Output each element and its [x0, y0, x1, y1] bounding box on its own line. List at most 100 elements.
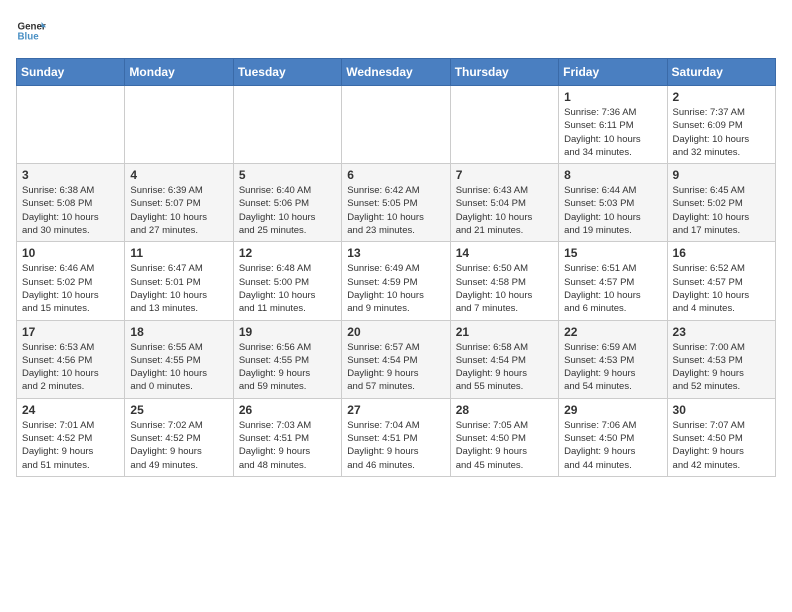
day-number: 30: [673, 403, 770, 417]
day-info: Sunrise: 7:03 AM Sunset: 4:51 PM Dayligh…: [239, 419, 336, 472]
day-number: 26: [239, 403, 336, 417]
calendar-cell: 8 Sunrise: 6:44 AM Sunset: 5:03 PM Daylig…: [559, 164, 667, 242]
calendar-cell: 23 Sunrise: 7:00 AM Sunset: 4:53 PM Dayli…: [667, 320, 775, 398]
day-number: 9: [673, 168, 770, 182]
calendar-cell: 11Sunrise: 6:47 AM Sunset: 5:01 PM Dayli…: [125, 242, 233, 320]
day-number: 25: [130, 403, 227, 417]
calendar-cell: 7 Sunrise: 6:43 AM Sunset: 5:04 PM Daylig…: [450, 164, 558, 242]
day-info: Sunrise: 7:36 AM Sunset: 6:11 PM Dayligh…: [564, 106, 661, 159]
calendar-cell: 14Sunrise: 6:50 AM Sunset: 4:58 PM Dayli…: [450, 242, 558, 320]
calendar-cell: 4 Sunrise: 6:39 AM Sunset: 5:07 PM Daylig…: [125, 164, 233, 242]
day-info: Sunrise: 7:37 AM Sunset: 6:09 PM Dayligh…: [673, 106, 770, 159]
calendar-cell: 27 Sunrise: 7:04 AM Sunset: 4:51 PM Dayli…: [342, 398, 450, 476]
calendar-cell: 5Sunrise: 6:40 AM Sunset: 5:06 PM Daylig…: [233, 164, 341, 242]
calendar-cell: 30 Sunrise: 7:07 AM Sunset: 4:50 PM Dayli…: [667, 398, 775, 476]
day-info: Sunrise: 6:55 AM Sunset: 4:55 PM Dayligh…: [130, 341, 227, 394]
day-number: 2: [673, 90, 770, 104]
day-number: 8: [564, 168, 661, 182]
weekday-header-friday: Friday: [559, 59, 667, 86]
calendar-cell: [17, 86, 125, 164]
day-number: 19: [239, 325, 336, 339]
svg-text:Blue: Blue: [18, 31, 40, 42]
day-info: Sunrise: 6:56 AM Sunset: 4:55 PM Dayligh…: [239, 341, 336, 394]
logo: General Blue: [16, 16, 50, 46]
day-info: Sunrise: 7:04 AM Sunset: 4:51 PM Dayligh…: [347, 419, 444, 472]
day-number: 22: [564, 325, 661, 339]
day-info: Sunrise: 6:59 AM Sunset: 4:53 PM Dayligh…: [564, 341, 661, 394]
day-info: Sunrise: 6:53 AM Sunset: 4:56 PM Dayligh…: [22, 341, 119, 394]
week-row-4: 17Sunrise: 6:53 AM Sunset: 4:56 PM Dayli…: [17, 320, 776, 398]
calendar-cell: 19 Sunrise: 6:56 AM Sunset: 4:55 PM Dayli…: [233, 320, 341, 398]
day-info: Sunrise: 6:43 AM Sunset: 5:04 PM Dayligh…: [456, 184, 553, 237]
day-info: Sunrise: 6:51 AM Sunset: 4:57 PM Dayligh…: [564, 262, 661, 315]
week-row-1: 1 Sunrise: 7:36 AM Sunset: 6:11 PM Daylig…: [17, 86, 776, 164]
day-info: Sunrise: 7:00 AM Sunset: 4:53 PM Dayligh…: [673, 341, 770, 394]
calendar-cell: 20 Sunrise: 6:57 AM Sunset: 4:54 PM Dayli…: [342, 320, 450, 398]
calendar-cell: [125, 86, 233, 164]
calendar-cell: 21 Sunrise: 6:58 AM Sunset: 4:54 PM Dayli…: [450, 320, 558, 398]
day-info: Sunrise: 7:06 AM Sunset: 4:50 PM Dayligh…: [564, 419, 661, 472]
calendar-cell: 12 Sunrise: 6:48 AM Sunset: 5:00 PM Dayli…: [233, 242, 341, 320]
day-info: Sunrise: 6:48 AM Sunset: 5:00 PM Dayligh…: [239, 262, 336, 315]
day-number: 18: [130, 325, 227, 339]
weekday-header-thursday: Thursday: [450, 59, 558, 86]
day-info: Sunrise: 6:44 AM Sunset: 5:03 PM Dayligh…: [564, 184, 661, 237]
weekday-header-saturday: Saturday: [667, 59, 775, 86]
day-info: Sunrise: 6:57 AM Sunset: 4:54 PM Dayligh…: [347, 341, 444, 394]
day-info: Sunrise: 6:49 AM Sunset: 4:59 PM Dayligh…: [347, 262, 444, 315]
logo-icon: General Blue: [16, 16, 46, 46]
day-number: 3: [22, 168, 119, 182]
calendar: SundayMondayTuesdayWednesdayThursdayFrid…: [16, 58, 776, 477]
day-number: 20: [347, 325, 444, 339]
day-number: 6: [347, 168, 444, 182]
weekday-header-row: SundayMondayTuesdayWednesdayThursdayFrid…: [17, 59, 776, 86]
day-info: Sunrise: 6:45 AM Sunset: 5:02 PM Dayligh…: [673, 184, 770, 237]
day-info: Sunrise: 6:46 AM Sunset: 5:02 PM Dayligh…: [22, 262, 119, 315]
weekday-header-tuesday: Tuesday: [233, 59, 341, 86]
day-number: 14: [456, 246, 553, 260]
calendar-cell: 3 Sunrise: 6:38 AM Sunset: 5:08 PM Daylig…: [17, 164, 125, 242]
weekday-header-wednesday: Wednesday: [342, 59, 450, 86]
calendar-cell: [450, 86, 558, 164]
page-header: General Blue: [16, 16, 776, 46]
day-number: 21: [456, 325, 553, 339]
calendar-cell: 29Sunrise: 7:06 AM Sunset: 4:50 PM Dayli…: [559, 398, 667, 476]
day-number: 7: [456, 168, 553, 182]
calendar-cell: 15 Sunrise: 6:51 AM Sunset: 4:57 PM Dayli…: [559, 242, 667, 320]
calendar-cell: 9 Sunrise: 6:45 AM Sunset: 5:02 PM Daylig…: [667, 164, 775, 242]
calendar-cell: 17Sunrise: 6:53 AM Sunset: 4:56 PM Dayli…: [17, 320, 125, 398]
calendar-cell: 2 Sunrise: 7:37 AM Sunset: 6:09 PM Daylig…: [667, 86, 775, 164]
calendar-cell: 28 Sunrise: 7:05 AM Sunset: 4:50 PM Dayli…: [450, 398, 558, 476]
calendar-body: 1 Sunrise: 7:36 AM Sunset: 6:11 PM Daylig…: [17, 86, 776, 477]
calendar-cell: [342, 86, 450, 164]
day-number: 24: [22, 403, 119, 417]
calendar-cell: [233, 86, 341, 164]
calendar-cell: 1 Sunrise: 7:36 AM Sunset: 6:11 PM Daylig…: [559, 86, 667, 164]
day-number: 23: [673, 325, 770, 339]
calendar-cell: 16 Sunrise: 6:52 AM Sunset: 4:57 PM Dayli…: [667, 242, 775, 320]
calendar-cell: 6 Sunrise: 6:42 AM Sunset: 5:05 PM Daylig…: [342, 164, 450, 242]
day-info: Sunrise: 7:05 AM Sunset: 4:50 PM Dayligh…: [456, 419, 553, 472]
calendar-cell: 10Sunrise: 6:46 AM Sunset: 5:02 PM Dayli…: [17, 242, 125, 320]
day-info: Sunrise: 7:01 AM Sunset: 4:52 PM Dayligh…: [22, 419, 119, 472]
day-number: 11: [130, 246, 227, 260]
day-number: 15: [564, 246, 661, 260]
calendar-cell: 26 Sunrise: 7:03 AM Sunset: 4:51 PM Dayli…: [233, 398, 341, 476]
week-row-5: 24 Sunrise: 7:01 AM Sunset: 4:52 PM Dayli…: [17, 398, 776, 476]
calendar-cell: 18 Sunrise: 6:55 AM Sunset: 4:55 PM Dayli…: [125, 320, 233, 398]
day-info: Sunrise: 6:58 AM Sunset: 4:54 PM Dayligh…: [456, 341, 553, 394]
day-number: 28: [456, 403, 553, 417]
weekday-header-sunday: Sunday: [17, 59, 125, 86]
day-number: 27: [347, 403, 444, 417]
day-info: Sunrise: 6:52 AM Sunset: 4:57 PM Dayligh…: [673, 262, 770, 315]
day-number: 16: [673, 246, 770, 260]
calendar-cell: 25Sunrise: 7:02 AM Sunset: 4:52 PM Dayli…: [125, 398, 233, 476]
day-info: Sunrise: 6:42 AM Sunset: 5:05 PM Dayligh…: [347, 184, 444, 237]
week-row-2: 3 Sunrise: 6:38 AM Sunset: 5:08 PM Daylig…: [17, 164, 776, 242]
day-info: Sunrise: 7:07 AM Sunset: 4:50 PM Dayligh…: [673, 419, 770, 472]
day-number: 4: [130, 168, 227, 182]
day-number: 1: [564, 90, 661, 104]
day-info: Sunrise: 6:38 AM Sunset: 5:08 PM Dayligh…: [22, 184, 119, 237]
day-number: 12: [239, 246, 336, 260]
day-info: Sunrise: 6:39 AM Sunset: 5:07 PM Dayligh…: [130, 184, 227, 237]
